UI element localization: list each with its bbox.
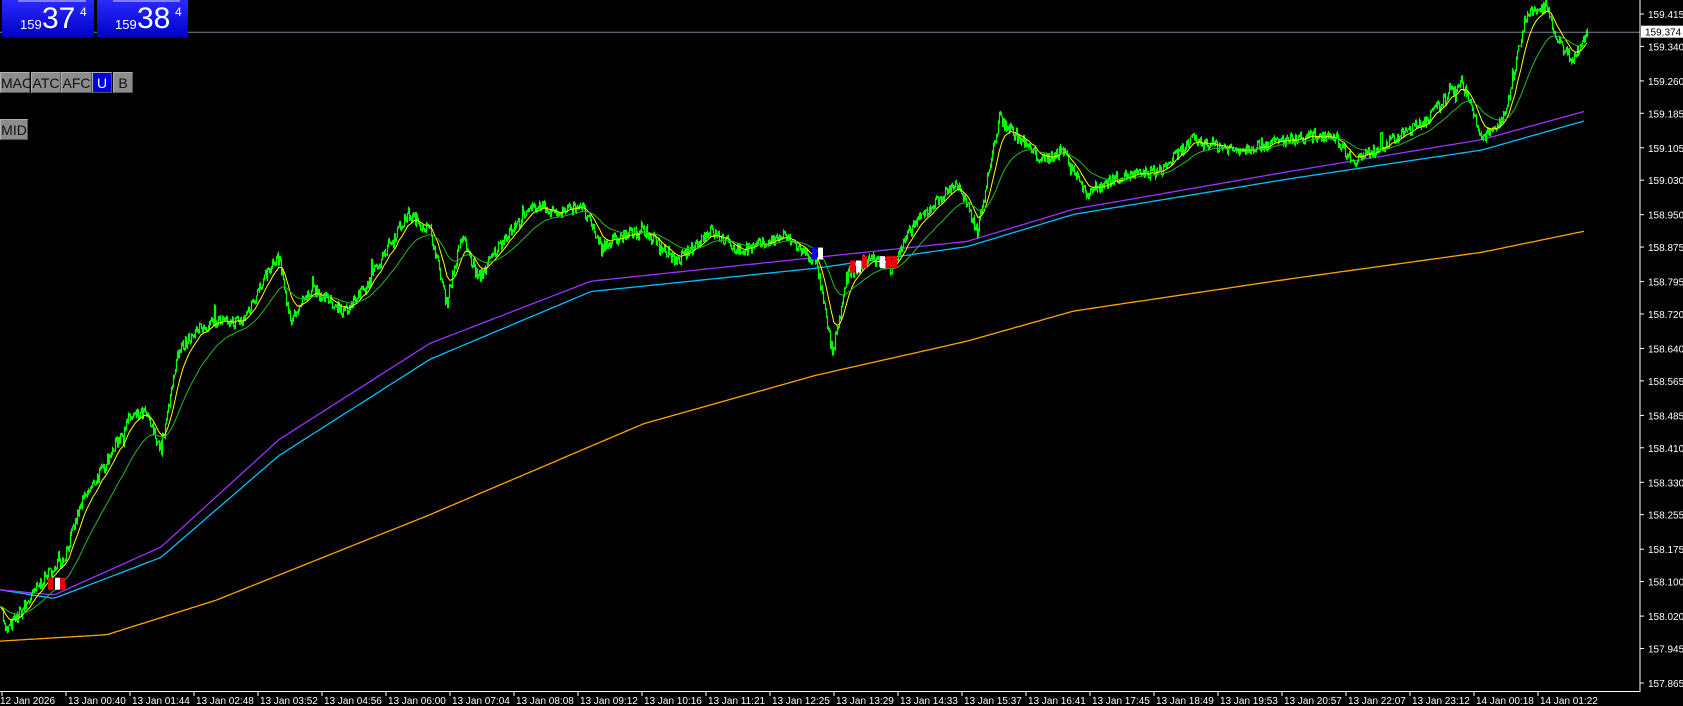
signal-marker: [60, 577, 65, 590]
price-tick-label: 158.175: [1648, 545, 1683, 556]
time-tick-label: 13 Jan 07:04: [452, 696, 510, 706]
signal-marker: [48, 577, 53, 590]
ma-mid-line: [0, 35, 1588, 615]
signal-marker: [55, 577, 60, 590]
time-tick-label: 13 Jan 15:37: [964, 696, 1022, 706]
time-tick-label: 13 Jan 13:29: [836, 696, 894, 706]
time-tick-label: 13 Jan 17:45: [1092, 696, 1150, 706]
price-tick-label: 158.795: [1648, 278, 1683, 289]
atc-button[interactable]: ATC: [31, 72, 61, 93]
time-tick-label: 12 Jan 2026: [0, 696, 55, 706]
price-tick-label: 158.565: [1648, 377, 1683, 388]
ask-fraction: 4: [175, 5, 182, 19]
time-tick-label: 13 Jan 06:00: [388, 696, 446, 706]
bid-quote-panel[interactable]: 159 37 4: [2, 0, 94, 38]
ma-orange-line: [0, 230, 1585, 642]
time-tick-label: 13 Jan 18:49: [1156, 696, 1214, 706]
price-tick-label: 159.340: [1648, 42, 1683, 53]
time-tick-label: 13 Jan 16:41: [1028, 696, 1086, 706]
time-tick-label: 13 Jan 23:12: [1412, 696, 1470, 706]
time-tick-label: 13 Jan 14:33: [900, 696, 958, 706]
price-chart[interactable]: 159.415 159.340 159.260 159.185 159.105 159.0…: [0, 0, 1683, 706]
time-tick-label: 13 Jan 11:21: [708, 696, 766, 706]
time-tick-label: 13 Jan 19:53: [1220, 696, 1278, 706]
price-tick-label: 158.255: [1648, 511, 1683, 522]
price-tick-label: 159.030: [1648, 176, 1683, 187]
bid-prefix: 159: [20, 17, 42, 32]
ma-cyan-line: [0, 120, 1585, 599]
current-price-label: 159.374: [1641, 25, 1683, 39]
time-tick-label: 13 Jan 01:44: [132, 696, 190, 706]
signal-marker: [856, 260, 861, 273]
u-button[interactable]: U: [92, 72, 112, 93]
mac-button[interactable]: MAC: [0, 72, 32, 93]
price-axis: 159.415 159.340 159.260 159.185 159.105 159.0…: [1640, 10, 1683, 690]
time-tick-label: 13 Jan 03:52: [260, 696, 318, 706]
signal-marker: [812, 247, 817, 260]
bid-fraction: 4: [80, 5, 87, 19]
time-tick-label: 14 Jan 00:18: [1476, 696, 1534, 706]
price-tick-label: 158.640: [1648, 345, 1683, 356]
price-tick-label: 158.875: [1648, 243, 1683, 254]
time-tick-label: 13 Jan 00:40: [68, 696, 126, 706]
price-tick-label: 158.485: [1648, 411, 1683, 422]
price-tick-label: 157.945: [1648, 644, 1683, 655]
plot-area: [0, 0, 1640, 642]
current-price-text: 159.374: [1645, 28, 1682, 39]
time-tick-label: 13 Jan 20:57: [1284, 696, 1342, 706]
price-tick-label: 157.865: [1648, 679, 1683, 690]
ask-pips: 38: [137, 2, 171, 35]
mid-button[interactable]: MID: [0, 119, 28, 140]
time-axis: 12 Jan 2026 13 Jan 00:40 13 Jan 01:44 13 Ja…: [0, 691, 1598, 706]
price-tick-label: 158.950: [1648, 211, 1683, 222]
time-tick-label: 14 Jan 01:22: [1540, 696, 1598, 706]
ask-quote-panel[interactable]: 159 38 4: [97, 0, 188, 38]
time-tick-label: 13 Jan 22:07: [1348, 696, 1406, 706]
price-bars: [0, 0, 1589, 634]
afc-button[interactable]: AFC: [61, 72, 92, 93]
ask-prefix: 159: [115, 17, 137, 32]
signal-marker: [862, 256, 867, 269]
time-tick-label: 13 Jan 12:25: [772, 696, 830, 706]
signal-markers: [48, 247, 897, 590]
signal-marker: [850, 260, 855, 273]
price-tick-label: 159.415: [1648, 10, 1683, 21]
price-tick-label: 158.020: [1648, 612, 1683, 623]
time-tick-label: 13 Jan 04:56: [324, 696, 382, 706]
price-tick-label: 158.100: [1648, 578, 1683, 589]
bid-pips: 37: [42, 2, 76, 35]
price-tick-label: 159.260: [1648, 77, 1683, 88]
price-tick-label: 158.720: [1648, 310, 1683, 321]
price-tick-label: 159.185: [1648, 109, 1683, 120]
signal-marker: [886, 256, 891, 269]
signal-marker: [892, 256, 897, 269]
signal-marker: [880, 256, 885, 269]
price-tick-label: 158.410: [1648, 444, 1683, 455]
time-tick-label: 13 Jan 09:12: [580, 696, 638, 706]
ma-purple-line: [0, 110, 1585, 596]
price-tick-label: 158.330: [1648, 478, 1683, 489]
signal-marker: [818, 247, 823, 260]
price-tick-label: 159.105: [1648, 144, 1683, 155]
time-tick-label: 13 Jan 10:16: [644, 696, 702, 706]
b-button[interactable]: B: [113, 72, 133, 93]
time-tick-label: 13 Jan 08:08: [516, 696, 574, 706]
time-tick-label: 13 Jan 02:48: [196, 696, 254, 706]
